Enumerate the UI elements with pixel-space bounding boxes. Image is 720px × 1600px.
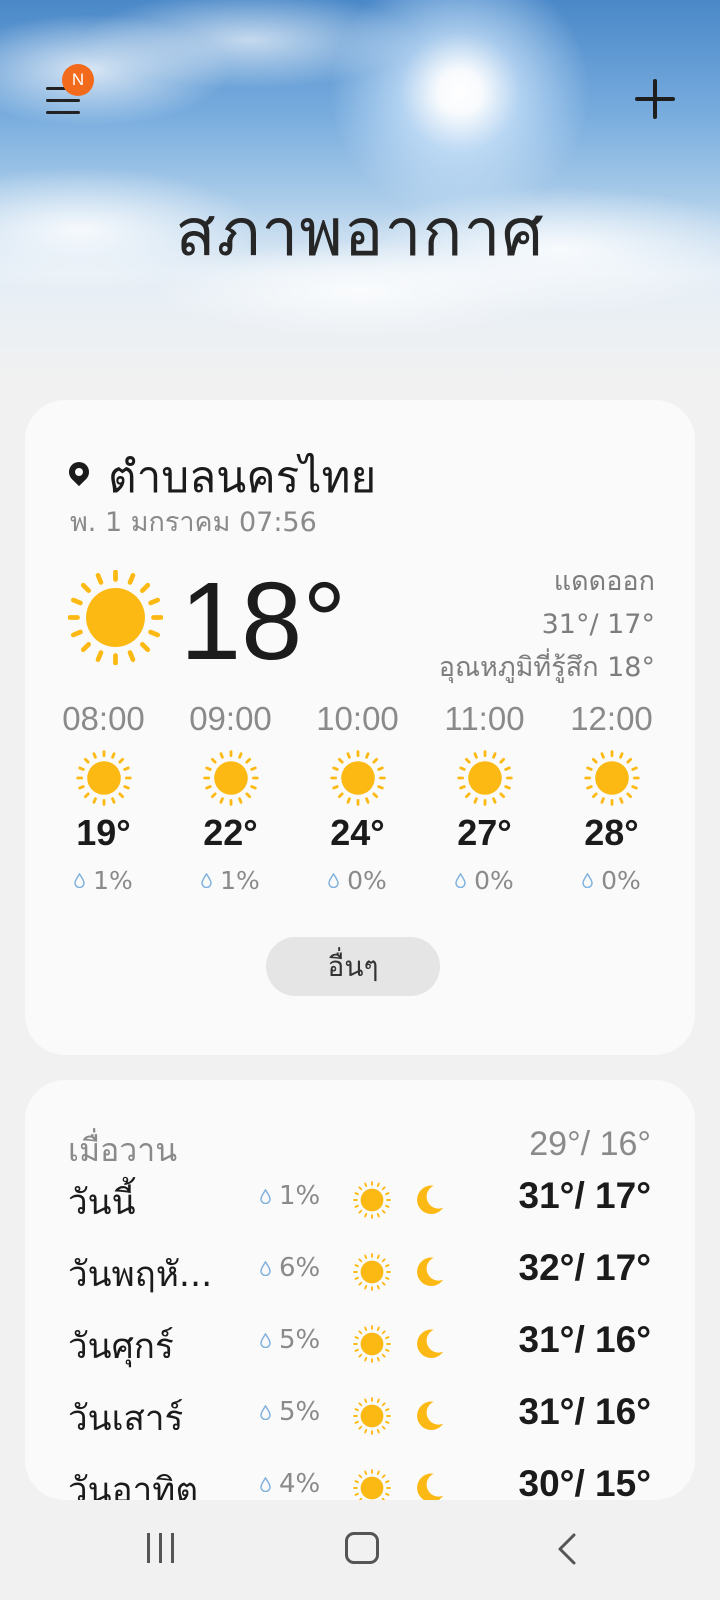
hourly-item: 10:00 24° 0%: [294, 700, 421, 895]
sun-icon: [353, 1469, 391, 1500]
add-location-button[interactable]: [630, 74, 680, 124]
current-weather-card[interactable]: ตำบลนครไทย พ. 1 มกราคม 07:56 18° แดดออก …: [25, 400, 695, 1055]
hour-precipitation: 1%: [167, 866, 294, 895]
hour-precipitation: 0%: [294, 866, 421, 895]
condition-text: แดดออก: [553, 566, 655, 597]
sun-icon: [202, 750, 259, 806]
hourly-forecast[interactable]: 08:00 19° 1% 09:00 22° 1% 10:00 24° 0% 1…: [40, 700, 680, 895]
hourly-item: 09:00 22° 1%: [167, 700, 294, 895]
hamburger-menu-icon-bottom: [46, 111, 80, 114]
daily-row[interactable]: วันพฤหั... 6% 32°/ 17°: [25, 1247, 695, 1307]
raindrop-icon: [201, 873, 212, 888]
sun-icon: [68, 570, 163, 665]
day-temps: 31°/ 17°: [518, 1175, 651, 1216]
day-temps: 31°/ 16°: [518, 1391, 651, 1432]
day-name: วันเสาร์: [68, 1399, 184, 1439]
day-precipitation: 6%: [260, 1253, 320, 1283]
day-name: วันพฤหั...: [68, 1255, 213, 1295]
day-precipitation: 5%: [260, 1397, 320, 1427]
precip-value: 6%: [279, 1253, 321, 1283]
high-low-temps: 31°/ 17°: [541, 609, 655, 640]
day-name: วันอาทิต: [68, 1471, 199, 1500]
system-navbar: [0, 1503, 720, 1600]
hourly-item: 08:00 19° 1%: [40, 700, 167, 895]
precip-value: 0%: [347, 866, 387, 895]
raindrop-icon: [260, 1332, 271, 1348]
daily-row[interactable]: วันศุกร์ 5% 31°/ 16°: [25, 1319, 695, 1379]
precip-value: 0%: [601, 866, 641, 895]
raindrop-icon: [455, 873, 466, 888]
hour-temperature: 24°: [330, 812, 385, 853]
location-pin-icon: [68, 462, 90, 492]
moon-icon: [417, 1329, 444, 1359]
yesterday-temps: 29°/ 16°: [529, 1125, 651, 1163]
condition-block: แดดออก 31°/ 17° อุณหภูมิที่รู้สึก 18°: [439, 560, 655, 689]
more-button[interactable]: อื่นๆ: [266, 937, 440, 996]
sun-icon: [353, 1181, 391, 1219]
hour-temperature: 22°: [203, 812, 258, 853]
precip-value: 4%: [279, 1469, 321, 1499]
precip-value: 5%: [279, 1397, 321, 1427]
sun-icon: [353, 1397, 391, 1435]
hour-precipitation: 0%: [421, 866, 548, 895]
hour-temperature: 27°: [457, 812, 512, 853]
hour-time: 12:00: [570, 700, 653, 737]
moon-icon: [417, 1473, 444, 1500]
day-temps: 32°/ 17°: [518, 1247, 651, 1288]
hour-precipitation: 0%: [548, 866, 675, 895]
feels-like: อุณหภูมิที่รู้สึก 18°: [438, 652, 655, 683]
raindrop-icon: [260, 1260, 271, 1276]
recent-apps-icon[interactable]: [145, 1533, 177, 1563]
raindrop-icon: [260, 1188, 271, 1204]
precip-value: 1%: [279, 1181, 321, 1211]
hamburger-menu-icon-middle: [46, 99, 80, 102]
moon-icon: [417, 1257, 444, 1287]
day-name: วันนี้: [68, 1183, 136, 1223]
home-icon[interactable]: [345, 1532, 379, 1564]
sun-icon: [583, 750, 640, 806]
precip-value: 0%: [474, 866, 514, 895]
sun-icon: [353, 1325, 391, 1363]
daily-row[interactable]: วันนี้ 1% 31°/ 17°: [25, 1175, 695, 1235]
day-name: วันศุกร์: [68, 1327, 174, 1367]
raindrop-icon: [260, 1476, 271, 1492]
day-temps: 31°/ 16°: [518, 1319, 651, 1360]
sun-icon: [353, 1253, 391, 1291]
precip-value: 1%: [220, 866, 260, 895]
raindrop-icon: [582, 873, 593, 888]
day-precipitation: 4%: [260, 1469, 320, 1499]
hour-time: 11:00: [444, 700, 525, 737]
current-temperature: 18°: [180, 560, 347, 683]
daily-row[interactable]: วันเสาร์ 5% 31°/ 16°: [25, 1391, 695, 1451]
back-icon[interactable]: [552, 1531, 582, 1567]
daily-forecast-card[interactable]: เมื่อวาน 29°/ 16° วันนี้ 1% 31°/ 17° วัน…: [25, 1080, 695, 1500]
raindrop-icon: [74, 873, 85, 888]
day-temps: 30°/ 15°: [518, 1463, 651, 1500]
hour-precipitation: 1%: [40, 866, 167, 895]
precip-value: 5%: [279, 1325, 321, 1355]
day-precipitation: 5%: [260, 1325, 320, 1355]
raindrop-icon: [260, 1404, 271, 1420]
hourly-item: 11:00 27° 0%: [421, 700, 548, 895]
hour-time: 10:00: [316, 700, 399, 737]
precip-value: 1%: [93, 866, 133, 895]
hour-temperature: 19°: [76, 812, 131, 853]
raindrop-icon: [328, 873, 339, 888]
hour-time: 08:00: [62, 700, 145, 737]
moon-icon: [417, 1401, 444, 1431]
hour-time: 09:00: [189, 700, 272, 737]
hour-temperature: 28°: [584, 812, 639, 853]
moon-icon: [417, 1185, 444, 1215]
sun-icon: [75, 750, 132, 806]
day-precipitation: 1%: [260, 1181, 320, 1211]
daily-row[interactable]: วันอาทิต 4% 30°/ 15°: [25, 1463, 695, 1500]
yesterday-label: เมื่อวาน: [68, 1131, 178, 1169]
sun-icon: [456, 750, 513, 806]
current-datetime: พ. 1 มกราคม 07:56: [70, 507, 317, 538]
hourly-item: 12:00 28° 0%: [548, 700, 675, 895]
page-title: สภาพอากาศ: [175, 194, 545, 271]
notification-badge: N: [62, 64, 94, 96]
sun-icon: [329, 750, 386, 806]
